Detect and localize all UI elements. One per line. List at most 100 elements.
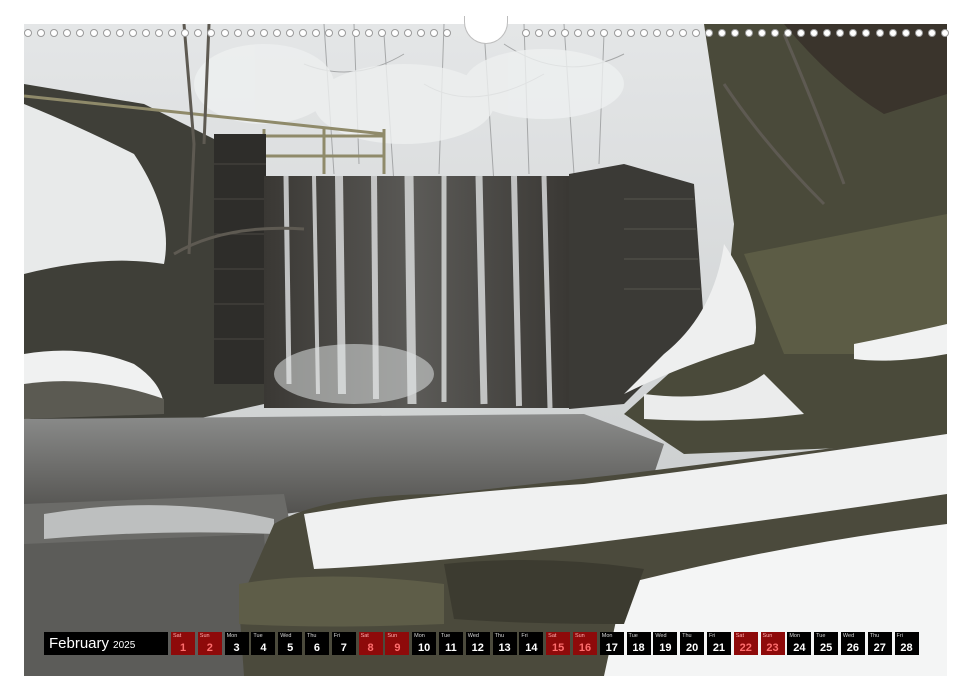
spiral-binding: [24, 27, 949, 41]
binding-hole: [561, 29, 570, 37]
day-of-week: Sun: [762, 633, 773, 639]
binding-hole: [679, 29, 687, 37]
day-number: 12: [471, 642, 484, 654]
day-number: 19: [659, 642, 672, 654]
day-cell: Wed 19: [653, 632, 678, 655]
day-cell: Mon 17: [599, 632, 624, 655]
day-of-week: Mon: [789, 633, 801, 639]
day-cell: Fri 21: [706, 632, 731, 655]
binding-hole: [744, 29, 753, 37]
day-of-week: Thu: [494, 633, 505, 639]
day-of-week: Tue: [628, 633, 638, 639]
binding-hole: [312, 29, 321, 37]
binding-hole: [534, 29, 543, 37]
day-number: 2: [206, 642, 213, 654]
day-number: 28: [900, 642, 913, 654]
binding-hole: [875, 29, 884, 37]
binding-hole: [220, 29, 229, 37]
day-cell: Mon 3: [224, 632, 249, 655]
day-of-week: Thu: [306, 633, 317, 639]
day-cell: Sat 22: [733, 632, 758, 655]
day-of-week: Tue: [816, 633, 826, 639]
binding-hole: [246, 29, 255, 37]
day-of-week: Fri: [333, 633, 341, 639]
binding-hole: [364, 29, 373, 37]
binding-hole: [783, 29, 792, 37]
binding-hole: [286, 29, 294, 37]
day-number: 24: [793, 642, 806, 654]
day-cell: Sat 15: [546, 632, 571, 655]
day-cell: Fri 28: [894, 632, 919, 655]
binding-hole: [796, 29, 805, 37]
binding-hole: [128, 29, 137, 37]
binding-hole: [548, 29, 556, 37]
binding-hole: [272, 29, 281, 37]
day-cell: Wed 12: [465, 632, 490, 655]
binding-hole: [351, 29, 360, 37]
day-of-week: Fri: [521, 633, 528, 639]
binding-hole: [102, 29, 111, 37]
day-number: 11: [445, 642, 457, 654]
day-of-week: Sun: [574, 633, 585, 639]
binding-hole: [155, 29, 163, 37]
binding-hole: [89, 29, 98, 37]
day-number: 6: [313, 642, 321, 654]
binding-hole: [626, 29, 635, 37]
day-of-week: Wed: [655, 633, 667, 639]
binding-hole: [574, 29, 583, 37]
binding-hole: [862, 29, 871, 37]
day-number: 15: [552, 642, 565, 654]
day-of-week: Wed: [842, 633, 855, 639]
binding-hole: [325, 29, 334, 37]
month-label: February 2025: [44, 632, 168, 655]
day-cell: Sun 2: [197, 632, 222, 655]
day-number: 16: [578, 642, 592, 654]
day-number: 13: [498, 642, 511, 654]
binding-hole: [377, 29, 386, 37]
day-cell: Mon 24: [787, 632, 812, 655]
day-number: 25: [820, 642, 833, 654]
day-of-week: Mon: [601, 633, 613, 639]
day-number: 10: [418, 642, 431, 654]
binding-hole: [417, 29, 425, 37]
binding-hole: [443, 29, 452, 37]
day-cell: Wed 26: [840, 632, 865, 655]
binding-hole: [757, 29, 766, 37]
day-number: 18: [632, 642, 645, 654]
day-cell: Fri 7: [331, 632, 356, 655]
binding-hole: [901, 29, 910, 37]
binding-hole: [181, 29, 190, 37]
month-name: February: [49, 635, 110, 652]
day-number: 9: [394, 642, 401, 654]
day-number: 5: [287, 642, 294, 654]
day-number: 4: [260, 642, 267, 654]
day-cell: Tue 18: [626, 632, 651, 655]
binding-hole: [259, 29, 268, 37]
binding-hole: [665, 29, 674, 37]
binding-hole: [888, 29, 897, 37]
binding-hole: [731, 29, 740, 37]
binding-hole: [770, 29, 779, 37]
binding-hole: [600, 29, 609, 37]
binding-hole: [639, 29, 648, 37]
binding-hole: [63, 29, 72, 37]
binding-hole: [299, 29, 308, 37]
binding-hole: [849, 29, 858, 37]
day-cell: Thu 20: [680, 632, 705, 655]
calendar-page: February 2025 Sat 1 Sun 2 Mon 3 Tue 4 Wed 5 Thu 6 Fr…: [0, 0, 971, 700]
binding-hole: [705, 29, 714, 37]
day-cell: Tue 11: [438, 632, 463, 655]
binding-hole: [941, 29, 949, 37]
day-number: 27: [873, 642, 886, 654]
day-number: 17: [605, 642, 618, 654]
day-of-week: Mon: [414, 633, 425, 639]
binding-hole: [914, 29, 923, 37]
day-cell: Sat 1: [171, 632, 195, 655]
binding-hole: [50, 29, 59, 37]
binding-hole: [718, 29, 727, 37]
binding-hole: [141, 29, 150, 37]
day-of-week: Fri: [896, 633, 903, 639]
day-of-week: Sat: [360, 633, 369, 639]
binding-hole: [521, 29, 530, 37]
day-cell: Tue 25: [814, 632, 839, 655]
